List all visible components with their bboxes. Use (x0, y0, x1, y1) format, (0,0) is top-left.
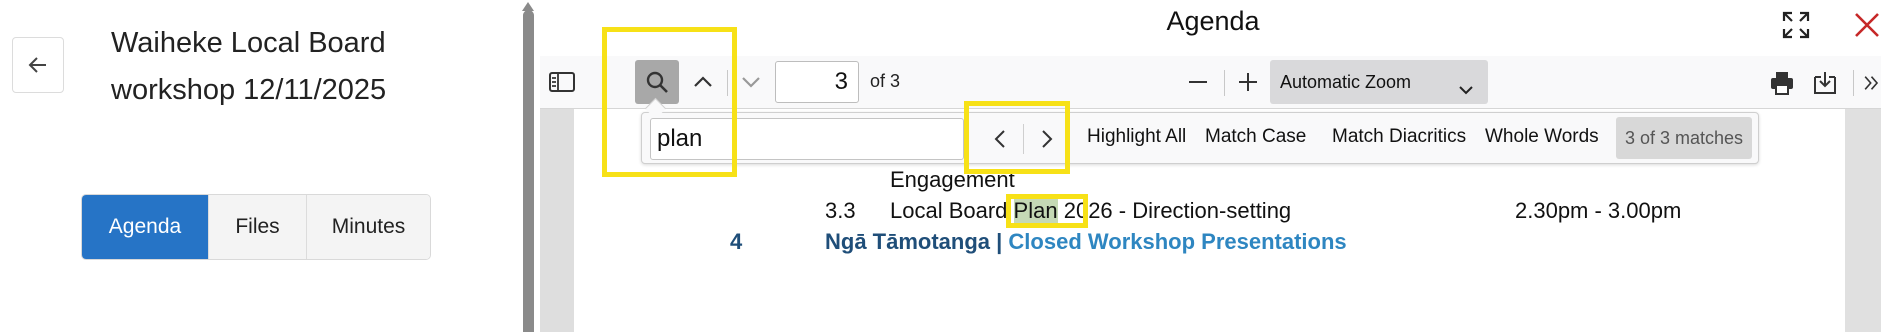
doc-text: Local Board (890, 198, 1008, 223)
agenda-item-title: Local Board Plan 2026 - Direction-settin… (890, 198, 1291, 224)
doc-margin (540, 108, 574, 332)
find-match-case[interactable]: Match Case (1205, 126, 1306, 148)
agenda-item-number: 4 (730, 229, 743, 254)
doc-margin (1845, 108, 1881, 332)
agenda-section-heading: Ngā Tāmotanga | Closed Workshop Presenta… (825, 229, 1347, 255)
tab-agenda[interactable]: Agenda (82, 195, 208, 259)
arrow-left-icon (28, 57, 46, 73)
zoom-out-button[interactable] (1184, 68, 1212, 96)
sidebar-toggle-icon[interactable] (548, 70, 576, 94)
back-button[interactable] (12, 37, 64, 93)
tab-bar: Agenda Files Minutes (81, 194, 431, 260)
heading-part-english: Closed Workshop Presentations (1008, 229, 1347, 254)
zoom-select-value: Automatic Zoom (1280, 72, 1412, 92)
page-title: Waiheke Local Board workshop 12/11/2025 (111, 27, 387, 106)
annotation-box-search (602, 27, 737, 177)
scrollbar[interactable] (523, 10, 534, 332)
tools-menu-button[interactable] (1862, 68, 1881, 98)
minus-icon (1189, 81, 1207, 83)
tab-files[interactable]: Files (208, 195, 306, 259)
agenda-item-number: 3.3 (825, 198, 856, 223)
zoom-in-button[interactable] (1234, 68, 1262, 96)
plus-icon (1239, 73, 1257, 91)
find-highlight-all[interactable]: Highlight All (1087, 126, 1186, 148)
heading-part-maori: Ngā Tāmotanga | (825, 229, 1003, 254)
annotation-box-match (1006, 194, 1088, 228)
doc-text: 2026 - Direction-setting (1063, 198, 1292, 223)
chevron-down-icon (742, 77, 760, 88)
next-page-button[interactable] (735, 66, 767, 98)
printer-icon (1771, 72, 1793, 95)
toolbar-divider (1224, 70, 1225, 96)
page-number-input[interactable]: 3 (775, 61, 859, 103)
page-count: of 3 (870, 71, 901, 91)
expand-icon[interactable] (1781, 10, 1811, 45)
close-icon[interactable] (1852, 10, 1881, 45)
annotation-box-find-nav (964, 101, 1070, 174)
find-match-diacritics[interactable]: Match Diacritics (1332, 126, 1466, 148)
zoom-select[interactable]: Automatic Zoom (1270, 60, 1488, 104)
chevron-down-icon (1456, 72, 1476, 116)
tab-minutes[interactable]: Minutes (306, 195, 430, 259)
save-button[interactable] (1810, 68, 1840, 98)
find-result-count: 3 of 3 matches (1616, 117, 1752, 159)
agenda-item-time: 2.30pm - 3.00pm (1515, 198, 1682, 223)
toolbar-divider (1853, 70, 1854, 96)
double-chevron-right-icon (1864, 76, 1879, 90)
print-button[interactable] (1767, 68, 1797, 98)
viewer-title: Agenda (1166, 6, 1260, 36)
find-whole-words[interactable]: Whole Words (1485, 126, 1599, 148)
download-icon (1814, 72, 1836, 94)
